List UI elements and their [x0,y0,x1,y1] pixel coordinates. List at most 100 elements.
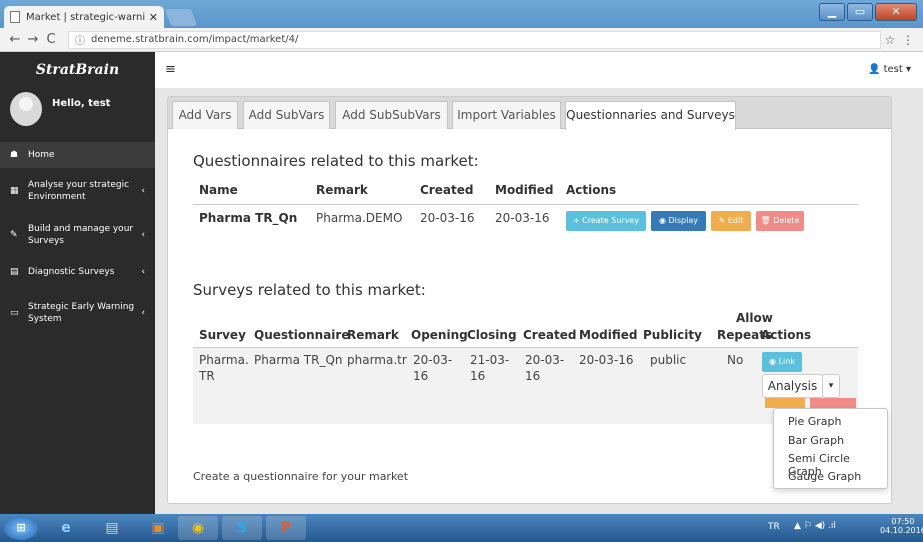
col-questionnaire: Questionnaire [254,328,350,342]
edit-button-partial[interactable] [765,398,805,408]
powerpoint-icon[interactable]: P [266,516,306,540]
windows-taskbar: ⊞ e ▤ ▣ ◉ S P TR ▲ ⚐ ◀) .ıl 07:50 04.10.… [0,514,923,542]
clock[interactable]: 07:50 04.10.2016 [880,517,923,535]
col-remark: Remark [347,328,399,342]
chart-icon: ▦ [10,186,19,196]
survey-opening-1: 20-03- [413,353,453,367]
questionnaire-created: 20-03-16 [420,211,475,225]
survey-closing-1: 21-03- [470,353,510,367]
sidebar-item-diagnostic[interactable]: ▤ Diagnostic Surveys ‹ [0,264,155,280]
tab-close-icon[interactable]: ✕ [149,11,158,24]
col-closing: Closing [467,328,517,342]
col-actions: Actions [761,328,812,342]
analysis-button[interactable]: Analysis [762,374,823,398]
brand-logo[interactable]: StratBrain [0,52,155,88]
skype-icon[interactable]: S [222,516,262,540]
new-tab-button[interactable] [164,9,198,26]
display-button[interactable]: ◉ Display [651,211,706,231]
questionnaire-remark: Pharma.DEMO [316,211,403,225]
system-tray-icons[interactable]: ▲ ⚐ ◀) .ıl [794,521,836,531]
chevron-left-icon: ‹ [141,267,145,277]
survey-publicity: public [650,353,687,367]
user-menu[interactable]: 👤 test ▾ [868,64,911,75]
main-content: Add Vars Add SubVars Add SubSubVars Impo… [155,88,923,514]
sidebar-item-label: Strategic Early Warning System [28,302,135,324]
survey-repeats: No [727,353,744,367]
create-survey-button[interactable]: + Create Survey [566,211,646,231]
survey-created-2: 16 [525,369,541,383]
col-survey: Survey [199,328,246,342]
tab-strip: Add Vars Add SubVars Add SubSubVars Impo… [168,97,891,130]
user-icon: 👤 [867,64,881,75]
close-window-button[interactable]: ✕ [875,3,917,21]
questionnaire-name: Pharma TR_Qn [199,211,298,225]
questionnaire-modified: 20-03-16 [495,211,550,225]
analysis-caret-button[interactable]: ▾ [822,374,840,398]
delete-button-partial[interactable] [810,398,856,408]
delete-button[interactable]: 🗑 Delete [756,211,804,231]
create-questionnaire-link[interactable]: Create a questionnaire for your market [193,470,408,483]
reload-icon[interactable]: C [42,32,60,47]
survey-name-1: Pharma. [199,353,249,367]
star-icon[interactable]: ☆ [881,33,899,47]
survey-closing-2: 16 [470,369,486,383]
browser-tab[interactable]: Market | strategic-warnir ✕ [4,6,164,28]
home-icon: ☗ [10,150,19,160]
back-icon[interactable]: ← [6,32,24,47]
col-allow: Allow [736,311,773,325]
tab-add-subvars[interactable]: Add SubVars [243,101,330,129]
col-created: Created [420,183,474,197]
page-icon [10,11,20,23]
edit-button[interactable]: ✎ Edit [711,211,751,231]
outlook-icon[interactable]: ▣ [138,516,178,540]
language-indicator[interactable]: TR [768,522,780,532]
link-button[interactable]: ◉ Link [762,352,802,372]
minimize-button[interactable]: ▁ [819,3,845,21]
browser-menu-icon[interactable]: ⋮ [899,33,917,47]
tab-add-vars[interactable]: Add Vars [172,101,238,129]
col-modified: Modified [579,328,638,342]
url-input[interactable]: ⓘ deneme.stratbrain.com/impact/market/4/ [68,30,881,49]
chevron-left-icon: ‹ [141,186,145,196]
start-button[interactable]: ⊞ [4,516,38,540]
forward-icon[interactable]: → [24,32,42,47]
clock-time: 07:50 [891,517,915,526]
sidebar-item-label: Diagnostic Surveys [28,267,115,277]
sidebar-item-label: Home [28,150,55,160]
menu-item-pie-graph[interactable]: Pie Graph [788,415,841,428]
tab-import-variables[interactable]: Import Variables [452,101,561,129]
col-remark: Remark [316,183,368,197]
clock-date: 04.10.2016 [880,526,923,535]
sidebar-item-home[interactable]: ☗ Home [0,142,155,168]
survey-remark: pharma.tr [347,353,407,367]
info-icon[interactable]: ⓘ [75,32,85,47]
browser-title-bar: Market | strategic-warnir ✕ ▁ ▭ ✕ [0,0,923,28]
chrome-icon[interactable]: ◉ [178,516,218,540]
top-navbar: ≡ 👤 test ▾ [155,52,923,88]
laptop-icon: ▭ [10,308,19,318]
sidebar-item-label: Build and manage your Surveys [28,224,134,246]
sidebar-item-label: Analyse your strategic Environment [28,180,130,202]
sidebar: StratBrain Hello, test ☗ Home ▦ Analyse … [0,52,155,514]
window-controls: ▁ ▭ ✕ [817,3,917,21]
chevron-left-icon: ‹ [141,230,145,240]
menu-item-bar-graph[interactable]: Bar Graph [788,434,844,447]
sidebar-item-analyse[interactable]: ▦ Analyse your strategic Environment ‹ [0,176,155,206]
internet-explorer-icon[interactable]: e [46,516,86,540]
file-explorer-icon[interactable]: ▤ [92,516,132,540]
survey-opening-2: 16 [413,369,429,383]
col-opening: Opening [411,328,468,342]
menu-item-gauge-graph[interactable]: Gauge Graph [788,470,861,483]
hamburger-menu-icon[interactable]: ≡ [165,63,179,76]
user-name: test ▾ [883,64,911,75]
chevron-left-icon: ‹ [141,308,145,318]
sidebar-item-surveys[interactable]: ✎ Build and manage your Surveys ‹ [0,220,155,250]
surveys-heading: Surveys related to this market: [193,281,426,299]
sidebar-item-early-warning[interactable]: ▭ Strategic Early Warning System ‹ [0,298,155,328]
tab-add-subsubvars[interactable]: Add SubSubVars [335,101,448,129]
tab-questionnaires-surveys[interactable]: Questionnaries and Surveys [565,101,736,130]
url-text: deneme.stratbrain.com/impact/market/4/ [91,34,299,45]
col-actions: Actions [566,183,617,197]
survey-name-2: TR [199,369,215,383]
maximize-button[interactable]: ▭ [847,3,873,21]
